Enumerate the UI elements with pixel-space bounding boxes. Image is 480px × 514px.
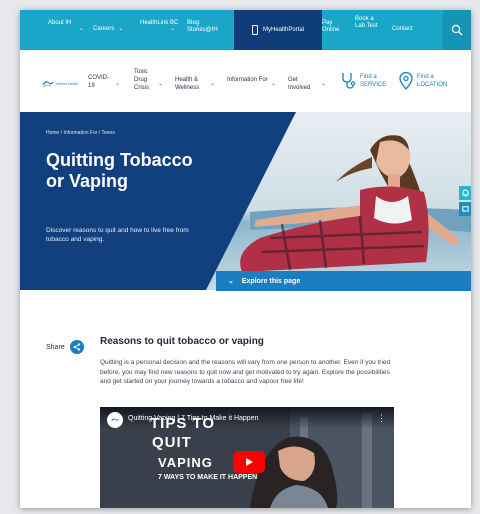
video-overlay-text-4: 7 WAYS TO MAKE IT HAPPEN bbox=[158, 474, 258, 481]
map-pin-icon bbox=[399, 72, 413, 90]
nav-item-get-involved[interactable]: Get Involved bbox=[288, 76, 318, 92]
nav-item-label: Get Involved bbox=[288, 77, 311, 91]
nav-item-label: Toxic Drug Crisis bbox=[134, 69, 149, 91]
logo-mark-icon bbox=[42, 81, 54, 88]
about-ih-label: About IH bbox=[48, 20, 72, 26]
breadcrumb[interactable]: Home / Information For / Teens bbox=[46, 130, 115, 136]
nav-item-label: COVID-19 bbox=[88, 75, 109, 89]
mobile-phone-icon bbox=[251, 25, 258, 35]
youtube-video-embed[interactable]: Quitting Vaping | 7 Tips to Make it Happ… bbox=[100, 407, 394, 508]
chevron-down-icon: ⌄ bbox=[210, 81, 216, 87]
nav-item-information-for[interactable]: Information For bbox=[227, 76, 269, 84]
explore-label: Explore this page bbox=[241, 277, 301, 285]
hero-banner: Home / Information For / Teens Quitting … bbox=[20, 112, 471, 290]
nav-item-health-wellness[interactable]: Health & Wellness bbox=[175, 76, 207, 92]
chevron-down-icon: ⌄ bbox=[321, 81, 327, 87]
side-feedback-tab[interactable] bbox=[459, 202, 471, 216]
find-location-link[interactable]: Find a LOCATION bbox=[399, 72, 453, 90]
nav-item-toxic-drug-crisis[interactable]: Toxic Drug Crisis bbox=[134, 68, 156, 92]
pay-online-link[interactable]: Pay Online bbox=[322, 20, 346, 34]
about-ih-link[interactable]: About IH bbox=[48, 20, 76, 27]
chat-icon bbox=[461, 205, 469, 212]
book-lab-test-label: Book a Lab Test bbox=[355, 16, 378, 29]
contact-link[interactable]: Contact bbox=[392, 26, 413, 33]
contact-label: Contact bbox=[392, 26, 413, 32]
chevron-down-icon[interactable]: ⌄ bbox=[79, 26, 84, 33]
page-title: Quitting Tobacco or Vaping bbox=[46, 150, 193, 191]
share-button[interactable]: Share bbox=[46, 340, 84, 354]
search-button[interactable] bbox=[443, 10, 471, 50]
hero-photo-woman-breathing bbox=[20, 112, 471, 290]
nav-item-covid-19[interactable]: COVID-19 bbox=[88, 74, 110, 90]
browser-page: About IH ⌄ Careers ⌄ HealthLink BC ⌄ Blog… bbox=[20, 10, 471, 508]
share-label: Share bbox=[46, 343, 65, 351]
pay-online-label: Pay Online bbox=[322, 20, 340, 33]
section-heading: Reasons to quit tobacco or vaping bbox=[100, 336, 264, 347]
find-location-label: Find a LOCATION bbox=[417, 74, 448, 88]
find-service-label: Find a SERVICE bbox=[360, 74, 387, 88]
more-options-icon[interactable]: ⋮ bbox=[377, 413, 386, 424]
play-icon bbox=[246, 458, 253, 466]
chevron-down-icon: ⌄ bbox=[228, 278, 234, 285]
main-nav: Interior Health COVID-19 ⌄ Toxic Drug Cr… bbox=[20, 50, 471, 113]
play-button[interactable] bbox=[233, 451, 265, 473]
hero-intro-text: Discover reasons to quit and how to live… bbox=[46, 227, 189, 243]
blog-link[interactable]: Blog: Stories@IH bbox=[187, 20, 229, 34]
side-help-tab[interactable] bbox=[459, 186, 471, 200]
utility-bar: About IH ⌄ Careers ⌄ HealthLink BC ⌄ Blog… bbox=[20, 10, 471, 50]
search-icon bbox=[451, 24, 463, 36]
section-paragraph: Quitting is a personal decision and the … bbox=[100, 359, 391, 385]
logo-text: Interior Health bbox=[56, 81, 78, 86]
careers-label: Careers bbox=[93, 26, 115, 32]
myhealthportal-button[interactable]: MyHealthPortal bbox=[234, 10, 322, 50]
nav-item-label: Health & Wellness bbox=[175, 77, 200, 91]
channel-logo-icon bbox=[111, 418, 119, 422]
explore-this-page-button[interactable]: ⌄ Explore this page bbox=[216, 271, 471, 291]
chevron-down-icon: ⌄ bbox=[271, 81, 277, 87]
nav-item-label: Information For bbox=[227, 77, 268, 83]
stethoscope-icon bbox=[342, 73, 356, 89]
chevron-down-icon[interactable]: ⌄ bbox=[170, 26, 175, 33]
careers-link[interactable]: Careers ⌄ bbox=[93, 26, 123, 33]
chevron-down-icon: ⌄ bbox=[115, 81, 121, 87]
chevron-down-icon: ⌄ bbox=[158, 81, 164, 87]
bell-icon bbox=[462, 189, 468, 197]
find-service-link[interactable]: Find a SERVICE bbox=[340, 72, 390, 90]
video-overlay-text-1: TIPS TO bbox=[150, 415, 216, 432]
site-logo[interactable]: Interior Health bbox=[42, 79, 78, 88]
video-overlay-text-3: VAPING bbox=[158, 455, 213, 470]
chevron-down-icon: ⌄ bbox=[118, 26, 124, 32]
blog-label: Blog: Stories@IH bbox=[187, 20, 218, 33]
myhealthportal-label: MyHealthPortal bbox=[262, 26, 304, 33]
breadcrumb-text: Home / Information For / Teens bbox=[46, 130, 115, 136]
book-lab-test-link[interactable]: Book a Lab Test bbox=[355, 16, 381, 30]
video-overlay-text-2: QUIT bbox=[152, 434, 192, 451]
channel-logo[interactable] bbox=[107, 412, 123, 428]
share-icon bbox=[69, 340, 84, 354]
